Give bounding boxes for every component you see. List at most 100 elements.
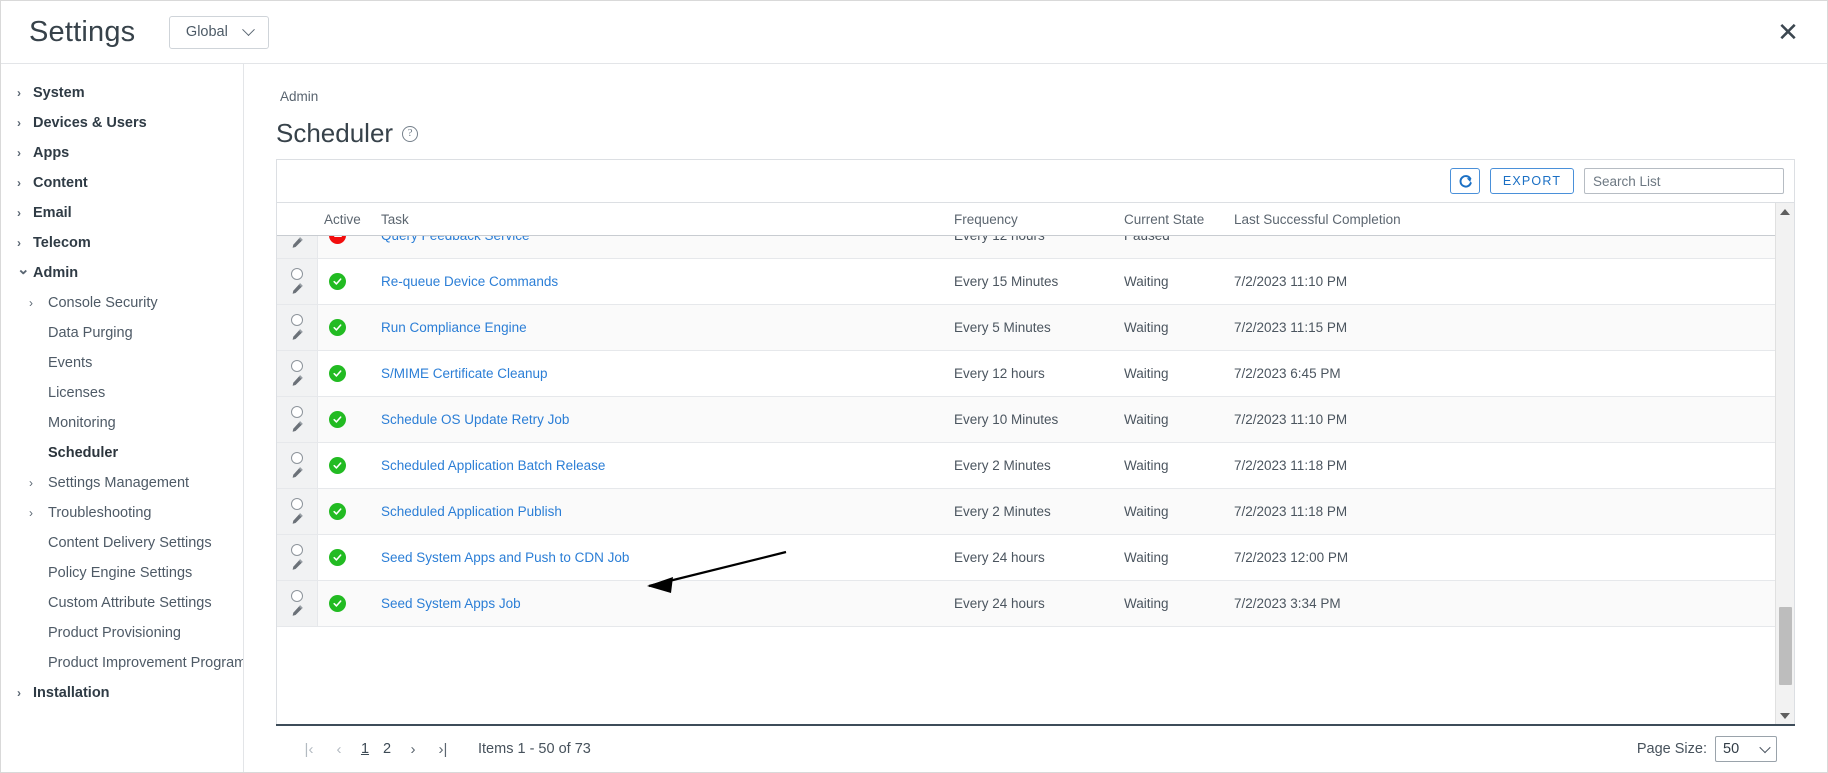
task-link[interactable]: Query Feedback Service: [381, 236, 530, 243]
page-size-select[interactable]: 50: [1715, 736, 1777, 762]
previous-page-button[interactable]: ‹: [324, 734, 354, 764]
task-link[interactable]: Re-queue Device Commands: [381, 274, 558, 289]
table-row[interactable]: Query Feedback Service Every 12 hoursPaus…: [277, 236, 1775, 259]
status-enabled-icon[interactable]: [329, 411, 346, 428]
task-link[interactable]: Schedule OS Update Retry Job: [381, 412, 569, 427]
sidebar-item-console-security[interactable]: › Console Security: [1, 288, 243, 318]
chevron-right-icon[interactable]: ›: [29, 477, 43, 489]
status-paused-icon[interactable]: [329, 236, 346, 244]
column-header-active[interactable]: Active: [318, 212, 379, 227]
chevron-right-icon[interactable]: ›: [17, 117, 31, 129]
scope-selector[interactable]: Global: [169, 15, 270, 49]
next-page-button[interactable]: ›: [398, 734, 428, 764]
task-link[interactable]: Scheduled Application Publish: [381, 504, 562, 519]
column-header-frequency[interactable]: Frequency: [954, 212, 1124, 227]
sidebar-item-events[interactable]: ›Events: [1, 348, 243, 378]
table-row[interactable]: Scheduled Application Publish Every 2 Min…: [277, 489, 1775, 535]
sidebar-item-content-delivery-settings[interactable]: ›Content Delivery Settings: [1, 528, 243, 558]
scrollbar-track[interactable]: [1776, 220, 1795, 707]
column-header-current-state[interactable]: Current State: [1124, 212, 1234, 227]
row-select-radio[interactable]: [291, 268, 303, 280]
help-circle-icon[interactable]: ?: [402, 125, 419, 142]
sidebar-item-settings-management[interactable]: › Settings Management: [1, 468, 243, 498]
chevron-right-icon[interactable]: ›: [17, 177, 31, 189]
status-enabled-icon[interactable]: [329, 503, 346, 520]
export-button[interactable]: EXPORT: [1490, 168, 1574, 194]
edit-pencil-icon[interactable]: [290, 558, 305, 571]
table-row[interactable]: S/MIME Certificate Cleanup Every 12 hours…: [277, 351, 1775, 397]
table-row[interactable]: Seed System Apps Job Every 24 hours Waitin…: [277, 581, 1775, 627]
table-row[interactable]: Schedule OS Update Retry Job Every 10 Min…: [277, 397, 1775, 443]
edit-pencil-icon[interactable]: [290, 512, 305, 525]
column-header-task[interactable]: Task: [379, 212, 954, 227]
sidebar-item-telecom[interactable]: › Telecom: [1, 228, 243, 258]
chevron-right-icon[interactable]: ›: [17, 147, 31, 159]
task-link[interactable]: Run Compliance Engine: [381, 320, 527, 335]
sidebar-item-devices-users[interactable]: › Devices & Users: [1, 108, 243, 138]
table-vertical-scrollbar[interactable]: [1775, 203, 1794, 724]
edit-pencil-icon[interactable]: [290, 282, 305, 295]
sidebar-item-data-purging[interactable]: ›Data Purging: [1, 318, 243, 348]
row-select-radio[interactable]: [291, 452, 303, 464]
table-row[interactable]: Seed System Apps and Push to CDN Job Ever…: [277, 535, 1775, 581]
status-enabled-icon[interactable]: [329, 273, 346, 290]
scrollbar-thumb[interactable]: [1778, 607, 1792, 685]
status-enabled-icon[interactable]: [329, 595, 346, 612]
sidebar-item-installation[interactable]: › Installation: [1, 678, 243, 708]
row-select-radio[interactable]: [291, 406, 303, 418]
status-enabled-icon[interactable]: [329, 549, 346, 566]
task-link[interactable]: S/MIME Certificate Cleanup: [381, 366, 548, 381]
search-input[interactable]: [1584, 168, 1784, 194]
row-select-radio[interactable]: [291, 498, 303, 510]
row-select-radio[interactable]: [291, 590, 303, 602]
task-link[interactable]: Scheduled Application Batch Release: [381, 458, 605, 473]
sidebar-item-policy-engine-settings[interactable]: ›Policy Engine Settings: [1, 558, 243, 588]
sidebar-item-product-improvement-programs[interactable]: ›Product Improvement Programs: [1, 648, 243, 678]
scroll-up-icon[interactable]: [1776, 203, 1795, 220]
chevron-right-icon[interactable]: ›: [17, 687, 31, 699]
first-page-button[interactable]: |‹: [294, 734, 324, 764]
row-select-radio[interactable]: [291, 314, 303, 326]
edit-pencil-icon[interactable]: [290, 374, 305, 387]
sidebar-item-monitoring[interactable]: ›Monitoring: [1, 408, 243, 438]
edit-pencil-icon[interactable]: [290, 604, 305, 617]
sidebar-item-scheduler[interactable]: ›Scheduler: [1, 438, 243, 468]
table-row[interactable]: Run Compliance Engine Every 5 Minutes Wait…: [277, 305, 1775, 351]
task-link[interactable]: Seed System Apps and Push to CDN Job: [381, 550, 629, 565]
sidebar-item-email[interactable]: › Email: [1, 198, 243, 228]
row-select-radio[interactable]: [291, 544, 303, 556]
chevron-right-icon[interactable]: ›: [29, 297, 43, 309]
breadcrumb[interactable]: Admin: [244, 64, 1827, 104]
sidebar-item-admin[interactable]: ⌄ Admin: [1, 258, 243, 288]
status-enabled-icon[interactable]: [329, 365, 346, 382]
sidebar-item-product-provisioning[interactable]: ›Product Provisioning: [1, 618, 243, 648]
table-row[interactable]: Scheduled Application Batch Release Every…: [277, 443, 1775, 489]
close-icon[interactable]: ✕: [1771, 15, 1805, 49]
column-header-last-successful-completion[interactable]: Last Successful Completion: [1234, 212, 1775, 227]
chevron-right-icon[interactable]: ›: [17, 207, 31, 219]
page-button-2[interactable]: 2: [376, 735, 398, 763]
status-enabled-icon[interactable]: [329, 319, 346, 336]
task-link[interactable]: Seed System Apps Job: [381, 596, 521, 611]
edit-pencil-icon[interactable]: [290, 420, 305, 433]
chevron-right-icon[interactable]: ›: [29, 507, 43, 519]
sidebar-item-apps[interactable]: › Apps: [1, 138, 243, 168]
chevron-right-icon[interactable]: ›: [17, 237, 31, 249]
edit-pencil-icon[interactable]: [290, 328, 305, 341]
chevron-down-icon[interactable]: ⌄: [17, 262, 31, 277]
table-row[interactable]: Re-queue Device Commands Every 15 Minutes…: [277, 259, 1775, 305]
scroll-down-icon[interactable]: [1776, 707, 1795, 724]
edit-pencil-icon[interactable]: [290, 466, 305, 479]
sidebar-item-system[interactable]: › System: [1, 78, 243, 108]
last-page-button[interactable]: ›|: [428, 734, 458, 764]
refresh-icon[interactable]: [1450, 168, 1480, 194]
sidebar-item-content[interactable]: › Content: [1, 168, 243, 198]
sidebar-item-troubleshooting[interactable]: › Troubleshooting: [1, 498, 243, 528]
chevron-right-icon[interactable]: ›: [17, 87, 31, 99]
row-select-radio[interactable]: [291, 360, 303, 372]
sidebar-item-licenses[interactable]: ›Licenses: [1, 378, 243, 408]
edit-pencil-icon[interactable]: [290, 236, 305, 249]
sidebar-item-custom-attribute-settings[interactable]: ›Custom Attribute Settings: [1, 588, 243, 618]
status-enabled-icon[interactable]: [329, 457, 346, 474]
page-button-1[interactable]: 1: [354, 735, 376, 763]
